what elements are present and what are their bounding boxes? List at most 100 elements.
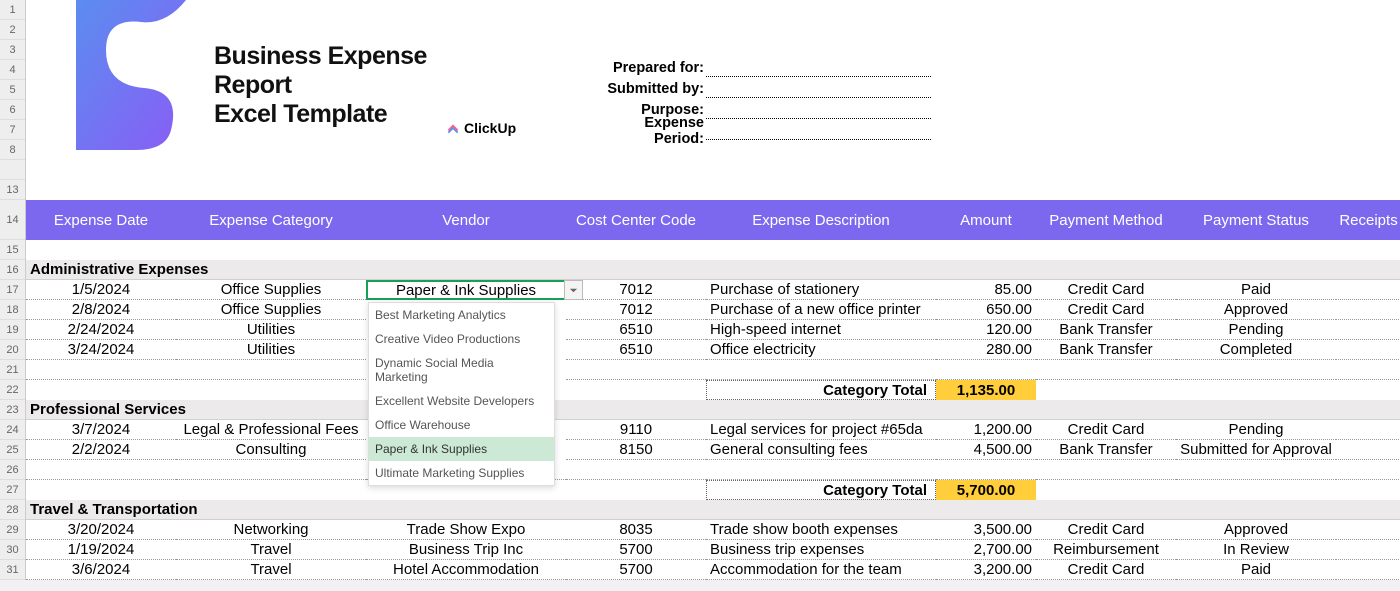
dropdown-option[interactable]: Dynamic Social Media Marketing bbox=[369, 351, 554, 389]
cell-category[interactable]: Office Supplies bbox=[176, 300, 366, 320]
dropdown-option[interactable]: Ultimate Marketing Supplies bbox=[369, 461, 554, 485]
blank-row[interactable] bbox=[26, 360, 1400, 380]
cell-vendor[interactable]: Hotel Accommodation bbox=[366, 560, 566, 580]
cell-desc[interactable]: Business trip expenses bbox=[706, 540, 936, 560]
cell-category[interactable]: Utilities bbox=[176, 320, 366, 340]
cell-desc[interactable]: Purchase of stationery bbox=[706, 280, 936, 300]
row-number[interactable]: 14 bbox=[0, 200, 25, 240]
row-number[interactable]: 29 bbox=[0, 520, 25, 540]
row-number[interactable]: 5 bbox=[0, 80, 25, 100]
cell-vendor[interactable]: Trade Show Expo bbox=[366, 520, 566, 540]
row-number[interactable]: 27 bbox=[0, 480, 25, 500]
cell-date[interactable]: 2/24/2024 bbox=[26, 320, 176, 340]
cell-status[interactable]: Approved bbox=[1176, 520, 1336, 540]
cell-payment[interactable]: Credit Card bbox=[1036, 300, 1176, 320]
cell-desc[interactable]: Office electricity bbox=[706, 340, 936, 360]
cell-payment[interactable]: Credit Card bbox=[1036, 520, 1176, 540]
cell-desc[interactable]: General consulting fees bbox=[706, 440, 936, 460]
cell-receipts[interactable] bbox=[1336, 280, 1400, 300]
row-number[interactable]: 23 bbox=[0, 400, 25, 420]
cell-payment[interactable]: Credit Card bbox=[1036, 280, 1176, 300]
row-number[interactable]: 1 bbox=[0, 0, 25, 20]
dropdown-toggle[interactable] bbox=[564, 280, 583, 300]
dropdown-option[interactable]: Excellent Website Developers bbox=[369, 389, 554, 413]
cell-cost[interactable]: 8035 bbox=[566, 520, 706, 540]
cell-cost[interactable]: 7012 bbox=[566, 300, 706, 320]
cell-amount[interactable]: 85.00 bbox=[936, 280, 1036, 300]
cell-payment[interactable]: Credit Card bbox=[1036, 560, 1176, 580]
row-number[interactable]: 4 bbox=[0, 60, 25, 80]
cell-amount[interactable]: 3,500.00 bbox=[936, 520, 1036, 540]
row-number[interactable]: 30 bbox=[0, 540, 25, 560]
category-total-label-cell[interactable]: Category Total bbox=[706, 480, 936, 500]
meta-input-purpose[interactable] bbox=[706, 101, 931, 119]
cell-date[interactable]: 3/7/2024 bbox=[26, 420, 176, 440]
row-number[interactable]: 22 bbox=[0, 380, 25, 400]
row-number[interactable]: 13 bbox=[0, 180, 25, 200]
dropdown-option[interactable]: Creative Video Productions bbox=[369, 327, 554, 351]
col-payment-status[interactable]: Payment Status bbox=[1176, 200, 1336, 240]
cell-status[interactable]: Pending bbox=[1176, 320, 1336, 340]
cell-desc[interactable]: Purchase of a new office printer bbox=[706, 300, 936, 320]
cell-receipts[interactable] bbox=[1336, 560, 1400, 580]
cell-cost[interactable]: 6510 bbox=[566, 320, 706, 340]
cell-status[interactable]: In Review bbox=[1176, 540, 1336, 560]
cell-date[interactable]: 3/24/2024 bbox=[26, 340, 176, 360]
cell-date[interactable]: 3/20/2024 bbox=[26, 520, 176, 540]
cell-cost[interactable]: 9110 bbox=[566, 420, 706, 440]
cell-category[interactable]: Office Supplies bbox=[176, 280, 366, 300]
row-number[interactable]: 21 bbox=[0, 360, 25, 380]
cell-category[interactable]: Legal & Professional Fees bbox=[176, 420, 366, 440]
row-number[interactable]: 15 bbox=[0, 240, 25, 260]
cell-receipts[interactable] bbox=[1336, 320, 1400, 340]
col-expense-date[interactable]: Expense Date bbox=[26, 200, 176, 240]
cell-payment[interactable]: Bank Transfer bbox=[1036, 440, 1176, 460]
dropdown-option-selected[interactable]: Paper & Ink Supplies bbox=[369, 437, 554, 461]
col-amount[interactable]: Amount bbox=[936, 200, 1036, 240]
cell-amount[interactable]: 2,700.00 bbox=[936, 540, 1036, 560]
col-payment-method[interactable]: Payment Method bbox=[1036, 200, 1176, 240]
blank-row[interactable] bbox=[26, 240, 1400, 260]
cell-desc[interactable]: Legal services for project #65da bbox=[706, 420, 936, 440]
col-expense-category[interactable]: Expense Category bbox=[176, 200, 366, 240]
cell-amount[interactable]: 1,200.00 bbox=[936, 420, 1036, 440]
row-number[interactable]: 20 bbox=[0, 340, 25, 360]
row-number[interactable]: 28 bbox=[0, 500, 25, 520]
cell-payment[interactable]: Bank Transfer bbox=[1036, 340, 1176, 360]
cell-receipts[interactable] bbox=[1336, 520, 1400, 540]
cell-amount[interactable]: 4,500.00 bbox=[936, 440, 1036, 460]
row-number[interactable]: 3 bbox=[0, 40, 25, 60]
row-number[interactable]: 16 bbox=[0, 260, 25, 280]
row-number[interactable] bbox=[0, 160, 25, 180]
cell-cost[interactable]: 7012 bbox=[566, 280, 706, 300]
section-admin[interactable]: Administrative Expenses bbox=[26, 260, 1400, 280]
cell-date[interactable]: 1/19/2024 bbox=[26, 540, 176, 560]
cell-category[interactable]: Consulting bbox=[176, 440, 366, 460]
row-number[interactable]: 24 bbox=[0, 420, 25, 440]
cell-date[interactable]: 2/8/2024 bbox=[26, 300, 176, 320]
blank-row[interactable] bbox=[26, 460, 1400, 480]
cell-status[interactable]: Pending bbox=[1176, 420, 1336, 440]
meta-input-submitted-by[interactable] bbox=[706, 80, 931, 98]
dropdown-option[interactable]: Best Marketing Analytics bbox=[369, 303, 554, 327]
col-cost-center[interactable]: Cost Center Code bbox=[566, 200, 706, 240]
meta-input-prepared-for[interactable] bbox=[706, 59, 931, 77]
cell-category[interactable]: Networking bbox=[176, 520, 366, 540]
cell-cost[interactable]: 5700 bbox=[566, 560, 706, 580]
cell-desc[interactable]: Accommodation for the team bbox=[706, 560, 936, 580]
section-travel[interactable]: Travel & Transportation bbox=[26, 500, 1400, 520]
cell-payment[interactable]: Reimbursement bbox=[1036, 540, 1176, 560]
cell-amount[interactable]: 120.00 bbox=[936, 320, 1036, 340]
col-vendor[interactable]: Vendor bbox=[366, 200, 566, 240]
cell-cost[interactable]: 5700 bbox=[566, 540, 706, 560]
meta-input-expense-period[interactable] bbox=[706, 122, 931, 140]
cell-status[interactable]: Submitted for Approval bbox=[1176, 440, 1336, 460]
col-receipts[interactable]: Receipts bbox=[1336, 200, 1400, 240]
cell-cost[interactable]: 8150 bbox=[566, 440, 706, 460]
cell-amount[interactable]: 280.00 bbox=[936, 340, 1036, 360]
row-number[interactable]: 7 bbox=[0, 120, 25, 140]
cell-status[interactable]: Completed bbox=[1176, 340, 1336, 360]
cell-receipts[interactable] bbox=[1336, 540, 1400, 560]
cell-vendor[interactable]: Business Trip Inc bbox=[366, 540, 566, 560]
cell-desc[interactable]: Trade show booth expenses bbox=[706, 520, 936, 540]
